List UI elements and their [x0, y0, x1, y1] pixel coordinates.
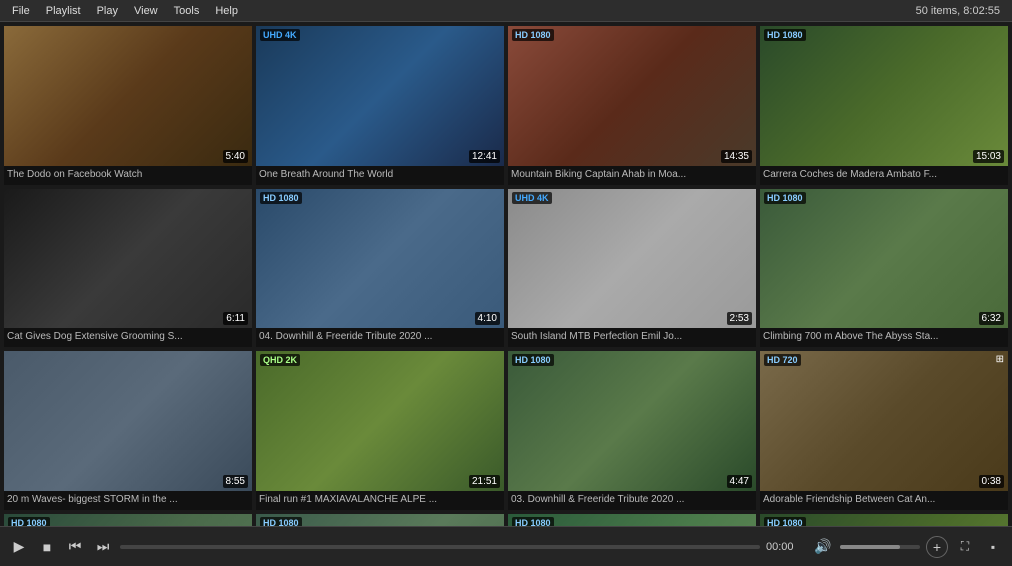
list-item[interactable]: HD 1080 4:10 04. Downhill & Freeride Tribu… — [256, 189, 504, 348]
duration-badge: 4:47 — [727, 475, 752, 488]
video-title: 20 m Waves- biggest STORM in the ... — [4, 491, 252, 510]
thumbnail — [508, 351, 756, 491]
list-item[interactable]: HD 1080 — [760, 514, 1008, 527]
list-item[interactable]: 8:55 20 m Waves- biggest STORM in the ... — [4, 351, 252, 510]
duration-badge: 0:38 — [979, 475, 1004, 488]
duration-badge: 5:40 — [223, 150, 248, 163]
duration-badge: 8:55 — [223, 475, 248, 488]
list-item[interactable]: HD 720 0:38 ⊞ Adorable Friendship Between C… — [760, 351, 1008, 510]
play-button[interactable]: ▶ — [8, 536, 30, 558]
list-item[interactable]: HD 1080 — [508, 514, 756, 527]
time-display: 00:00 — [766, 541, 806, 553]
quality-badge: HD 1080 — [764, 192, 806, 204]
fullscreen-button[interactable]: ⛶ — [954, 536, 976, 558]
menu-play[interactable]: Play — [89, 3, 126, 19]
item-count: 50 items, 8:02:55 — [916, 5, 1008, 17]
progress-bar[interactable] — [120, 545, 760, 549]
duration-badge: 21:51 — [469, 475, 500, 488]
video-title: 04. Downhill & Freeride Tribute 2020 ... — [256, 328, 504, 347]
thumbnail — [256, 189, 504, 329]
video-title: Mountain Biking Captain Ahab in Moa... — [508, 166, 756, 185]
duration-badge: 2:53 — [727, 312, 752, 325]
thumbnail — [760, 351, 1008, 491]
quality-badge: HD 1080 — [8, 517, 50, 527]
video-title: The Dodo on Facebook Watch — [4, 166, 252, 185]
quality-badge: HD 1080 — [512, 517, 554, 527]
quality-badge: HD 1080 — [260, 517, 302, 527]
thumbnail — [760, 26, 1008, 166]
quality-badge: QHD 2K — [260, 354, 300, 366]
play-icon: ▶ — [14, 538, 25, 555]
prev-button[interactable]: ⏮ — [64, 536, 86, 558]
duration-badge: 6:32 — [979, 312, 1004, 325]
stop-icon: ■ — [43, 539, 51, 555]
duration-badge: 12:41 — [469, 150, 500, 163]
video-title: Adorable Friendship Between Cat An... — [760, 491, 1008, 510]
thumbnail — [508, 26, 756, 166]
volume-icon: 🔊 — [814, 538, 831, 555]
video-title: 03. Downhill & Freeride Tribute 2020 ... — [508, 491, 756, 510]
menu-view[interactable]: View — [126, 3, 166, 19]
thumbnail — [4, 351, 252, 491]
menu-file[interactable]: File — [4, 3, 38, 19]
add-button[interactable]: + — [926, 536, 948, 558]
video-title: South Island MTB Perfection Emil Jo... — [508, 328, 756, 347]
add-icon: + — [933, 539, 941, 555]
list-item[interactable]: HD 1080 6:32 Climbing 700 m Above The Abys… — [760, 189, 1008, 348]
fullscreen-icon: ⛶ — [961, 539, 969, 554]
stop-button[interactable]: ■ — [36, 536, 58, 558]
list-item[interactable]: HD 1080 — [4, 514, 252, 527]
menu-tools[interactable]: Tools — [166, 3, 208, 19]
list-item[interactable]: 6:11 Cat Gives Dog Extensive Grooming S..… — [4, 189, 252, 348]
list-item[interactable]: QHD 2K 21:51 Final run #1 MAXIAVALANCHE AL… — [256, 351, 504, 510]
list-item[interactable]: UHD 4K 12:41 One Breath Around The World — [256, 26, 504, 185]
quality-badge: HD 720 — [764, 354, 801, 366]
quality-badge: HD 1080 — [764, 29, 806, 41]
quality-badge: HD 1080 — [764, 517, 806, 527]
volume-fill — [840, 545, 900, 549]
windowed-icon: ▪ — [991, 540, 995, 554]
list-item[interactable]: 5:40 The Dodo on Facebook Watch — [4, 26, 252, 185]
playlist-grid[interactable]: 5:40 The Dodo on Facebook Watch UHD 4K 12:4… — [0, 22, 1012, 526]
volume-bar[interactable] — [840, 545, 920, 549]
next-icon: ⏭ — [97, 538, 110, 555]
video-title: One Breath Around The World — [256, 166, 504, 185]
thumbnail — [256, 351, 504, 491]
video-title: Carrera Coches de Madera Ambato F... — [760, 166, 1008, 185]
quality-badge: HD 1080 — [260, 192, 302, 204]
thumbnail — [256, 26, 504, 166]
main-area: 5:40 The Dodo on Facebook Watch UHD 4K 12:4… — [0, 22, 1012, 526]
menu-help[interactable]: Help — [207, 3, 246, 19]
video-title: Cat Gives Dog Extensive Grooming S... — [4, 328, 252, 347]
thumbnail — [508, 189, 756, 329]
list-item[interactable]: HD 1080 — [256, 514, 504, 527]
thumbnail — [760, 189, 1008, 329]
next-button[interactable]: ⏭ — [92, 536, 114, 558]
duration-badge: 14:35 — [721, 150, 752, 163]
menu-bar: File Playlist Play View Tools Help 50 it… — [0, 0, 1012, 22]
quality-badge: HD 1080 — [512, 29, 554, 41]
quality-badge: UHD 4K — [260, 29, 300, 41]
duration-badge: 4:10 — [475, 312, 500, 325]
duration-badge: 6:11 — [223, 312, 248, 325]
mark-icon: ⊞ — [996, 354, 1004, 365]
controls-bar: ▶ ■ ⏮ ⏭ 00:00 🔊 + ⛶ ▪ — [0, 526, 1012, 566]
thumbnail — [4, 189, 252, 329]
thumbnail — [4, 26, 252, 166]
volume-button[interactable]: 🔊 — [812, 536, 834, 558]
list-item[interactable]: HD 1080 14:35 Mountain Biking Captain Ahab… — [508, 26, 756, 185]
list-item[interactable]: HD 1080 4:47 03. Downhill & Freeride Tribu… — [508, 351, 756, 510]
quality-badge: HD 1080 — [512, 354, 554, 366]
windowed-button[interactable]: ▪ — [982, 536, 1004, 558]
menu-playlist[interactable]: Playlist — [38, 3, 89, 19]
video-title: Final run #1 MAXIAVALANCHE ALPE ... — [256, 491, 504, 510]
video-title: Climbing 700 m Above The Abyss Sta... — [760, 328, 1008, 347]
prev-icon: ⏮ — [69, 538, 82, 555]
duration-badge: 15:03 — [973, 150, 1004, 163]
list-item[interactable]: UHD 4K 2:53 South Island MTB Perfection Em… — [508, 189, 756, 348]
list-item[interactable]: HD 1080 15:03 Carrera Coches de Madera Amb… — [760, 26, 1008, 185]
quality-badge: UHD 4K — [512, 192, 552, 204]
